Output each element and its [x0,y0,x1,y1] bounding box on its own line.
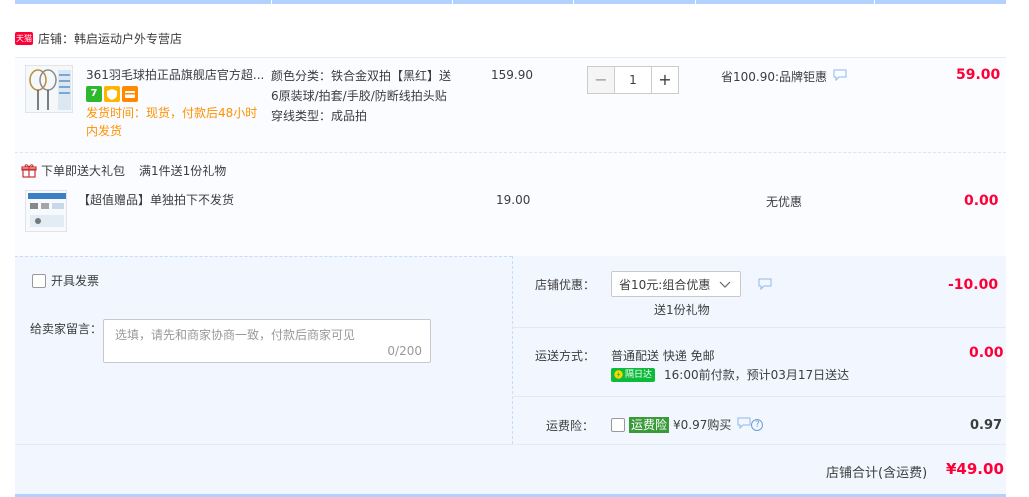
card-icon [122,86,138,102]
gift-section-header: 下单即送大礼包 满1件送1份礼物 [21,162,226,179]
chat-bubble-icon [737,417,751,430]
chevron-down-icon [719,281,731,288]
shop-total-amount: ¥49.00 [946,460,1004,478]
divider [512,396,1006,397]
column-separator [271,0,272,4]
message-counter: 0/200 [387,344,422,358]
insurance-option: 运费险 ¥0.97购买 ? [611,416,764,433]
unit-price: 159.90 [491,68,533,82]
divider [15,152,1006,153]
insurance-checkbox[interactable] [611,417,625,432]
gift-subtotal: 0.00 [964,193,999,209]
tmall-icon: 天猫 [15,31,33,45]
shipping-method: 普通配送 快递 免邮 [611,349,715,363]
help-icon[interactable]: ? [751,418,764,431]
invoice-checkbox[interactable] [32,273,46,288]
chat-bubble-icon [833,69,847,82]
column-separator [573,0,574,4]
message-label: 给卖家留言： [30,322,103,336]
ship-time-note: 发货时间：现货，付款后48小时内发货 [86,106,258,138]
order-items-block [15,57,1006,256]
seven-day-return-icon: 7 [86,86,102,102]
shipping-eta: 16:00前付款，预计03月17日送达 [664,368,850,382]
quantity-input[interactable]: 1 [615,66,651,94]
insurance-amount: 0.97 [970,418,1003,433]
shop-name[interactable]: 店铺：韩启运动户外专营店 [38,30,182,47]
increase-button[interactable]: + [651,66,679,94]
shield-icon [104,86,120,102]
discount-info-chat-icon[interactable] [833,69,847,84]
gift-thumbnail[interactable] [25,190,67,232]
insurance-badge: 运费险 [629,416,670,433]
lightning-icon [614,370,623,379]
shipping-label: 运送方式： [535,349,596,363]
shop-discount-amount: -10.00 [948,277,999,293]
shop-discount-selected: 省10元:组合优惠 [619,277,711,292]
sku-color-cont: 6原装球/拍套/手胶/防断线拍头贴 [271,89,447,103]
column-separator [695,0,696,4]
gift-icon [21,163,37,178]
shield-svg-icon [107,89,117,100]
gift-section-title: 下单即送大礼包 [41,164,126,178]
quantity-stepper: − 1 + [587,66,685,94]
racket-image-icon [26,66,72,112]
column-separator [452,0,453,4]
next-day-badge: 隔日达 [611,367,656,382]
shipping-amount: 0.00 [969,345,1004,361]
column-separator [874,0,875,4]
insurance-label: 运费险： [546,419,595,433]
insurance-chat-icon[interactable] [737,417,751,432]
product-title[interactable]: 361羽毛球拍正品旗舰店官方超... [86,66,266,84]
gift-rule: 满1件送1份礼物 [139,164,227,178]
chat-bubble-icon [758,278,772,291]
shop-total-label: 店铺合计(含运费) [826,466,928,481]
gift-title[interactable]: 【超值赠品】单独拍下不发货 [78,191,234,209]
product-thumbnail[interactable] [25,65,73,113]
gift-unit-price: 19.00 [496,193,531,207]
invoice-option: 开具发票 [32,272,99,289]
next-day-badge-text: 隔日达 [625,369,653,380]
shop-discount-label: 店铺优惠： [535,278,596,292]
shop-discount-select[interactable]: 省10元:组合优惠 [611,271,741,297]
header-divider-bar [15,0,1006,4]
sku-color: 颜色分类：铁合金双拍【黑红】送 [271,69,452,83]
shop-discount-chat-icon[interactable] [758,278,772,293]
service-badges: 7 [86,86,140,102]
card-svg-icon [125,91,135,98]
gift-discount: 无优惠 [766,195,803,209]
discount-row: 省100.90:品牌钜惠 [721,68,847,85]
decrease-button[interactable]: − [587,66,615,94]
message-placeholder: 选填，请先和商家协商一致，付款后商家可见 [115,328,356,342]
shop-row: 天猫 店铺：韩启运动户外专营店 [15,26,1006,50]
sku-string-type: 穿线类型：成品拍 [271,109,368,123]
invoice-label: 开具发票 [51,274,100,288]
insurance-price: ¥0.97购买 [673,418,732,432]
item-subtotal: 59.00 [956,67,1001,83]
discount-text: 省100.90:品牌钜惠 [721,70,828,84]
shop-discount-gift-note: 送1份礼物 [654,303,710,317]
message-input[interactable]: 选填，请先和商家协商一致，付款后商家可见 0/200 [103,319,431,363]
shipping-eta-row: 隔日达 16:00前付款，预计03月17日送达 [611,366,849,383]
divider [512,327,1006,328]
gift-image-icon [26,191,66,231]
